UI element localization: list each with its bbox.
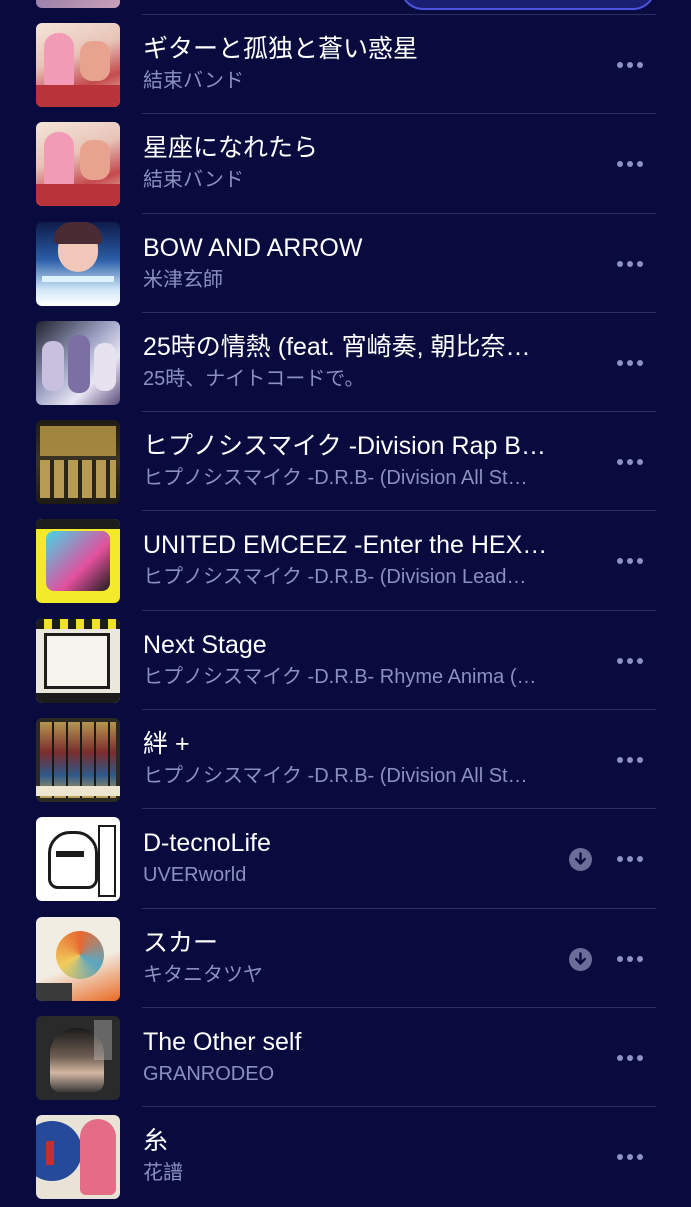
album-artwork [36, 221, 120, 306]
more-options-button[interactable] [610, 252, 650, 276]
previous-row-partial [0, 0, 691, 15]
song-artist: ヒプノシスマイク -D.R.B- Rhyme Anima (… [143, 665, 537, 688]
album-artwork [36, 122, 120, 207]
song-artist: キタニタツヤ [143, 963, 263, 986]
song-artist: 結束バンド [143, 70, 244, 92]
more-options-button[interactable] [610, 351, 650, 375]
song-row[interactable]: Next Stage ヒプノシスマイク -D.R.B- Rhyme Anima … [0, 611, 691, 711]
album-artwork [36, 618, 120, 703]
song-artist: GRANRODEO [143, 1062, 275, 1085]
downloaded-indicator [569, 848, 592, 872]
partial-album-artwork [36, 0, 120, 8]
more-horizontal-icon [617, 359, 643, 366]
song-row[interactable]: 絆 + ヒプノシスマイク -D.R.B- (Division All St… [0, 710, 691, 810]
song-title: ギターと孤独と蒼い惑星 [143, 35, 419, 63]
song-row[interactable]: 星座になれたら 結束バンド [0, 114, 691, 214]
more-horizontal-icon [617, 260, 643, 267]
more-options-button[interactable] [610, 847, 650, 871]
album-artwork [36, 320, 120, 405]
song-artist: 花譜 [143, 1162, 183, 1185]
more-horizontal-icon [617, 657, 643, 664]
song-title: 絆 + [143, 730, 190, 759]
album-artwork [36, 718, 120, 803]
song-title: D-tecnoLife [143, 829, 271, 858]
album-artwork [36, 1015, 120, 1100]
song-artist: 結束バンド [143, 169, 244, 192]
more-horizontal-icon [617, 62, 643, 68]
album-artwork [36, 916, 120, 1001]
more-options-button[interactable] [610, 947, 650, 971]
song-row[interactable]: UNITED EMCEEZ -Enter the HEX… ヒプノシスマイク -… [0, 511, 691, 611]
song-artist: ヒプノシスマイク -D.R.B- (Division All St… [143, 765, 528, 788]
song-row[interactable]: 糸 花譜 [0, 1107, 691, 1206]
song-title: 25時の情熱 (feat. 宵崎奏, 朝比奈… [143, 332, 531, 361]
more-options-button[interactable] [610, 549, 650, 573]
more-horizontal-icon [617, 1054, 643, 1061]
song-title: 糸 [143, 1127, 169, 1156]
more-horizontal-icon [617, 757, 643, 764]
song-title: スカー [143, 928, 219, 957]
album-artwork [36, 519, 120, 604]
more-options-button[interactable] [610, 1046, 650, 1070]
song-row[interactable]: ギターと孤独と蒼い惑星 結束バンド [0, 15, 691, 115]
more-horizontal-icon [617, 558, 643, 565]
more-horizontal-icon [617, 856, 643, 863]
more-options-button[interactable] [610, 748, 650, 772]
more-options-button[interactable] [610, 649, 650, 673]
song-artist: UVERworld [143, 864, 247, 887]
song-row[interactable]: ヒプノシスマイク -Division Rap B… ヒプノシスマイク -D.R.… [0, 412, 691, 512]
song-artist: 25時、ナイトコードで。 [143, 367, 365, 390]
song-artist: ヒプノシスマイク -D.R.B- (Division Lead… [143, 566, 527, 589]
song-row[interactable]: BOW AND ARROW 米津玄師 [0, 214, 691, 313]
more-horizontal-icon [617, 459, 643, 466]
song-title: 星座になれたら [143, 134, 319, 163]
song-title: ヒプノシスマイク -Division Rap B… [143, 432, 546, 461]
more-horizontal-icon [617, 161, 643, 168]
song-list: ギターと孤独と蒼い惑星 結束バンド 星座になれたら 結束バンド BOW AND … [0, 15, 691, 1207]
song-row[interactable]: スカー キタニタツヤ [0, 909, 691, 1008]
song-artist: ヒプノシスマイク -D.R.B- (Division All St… [143, 467, 528, 490]
song-row[interactable]: The Other self GRANRODEO [0, 1008, 691, 1108]
album-artwork [36, 420, 120, 505]
downloaded-arrow-circle-icon [569, 947, 592, 971]
more-options-button[interactable] [610, 450, 650, 474]
more-options-button[interactable] [610, 1145, 650, 1169]
downloaded-indicator [569, 947, 592, 971]
album-artwork [36, 817, 120, 902]
song-title: The Other self [143, 1027, 302, 1056]
song-title: UNITED EMCEEZ -Enter the HEX… [143, 531, 548, 560]
more-horizontal-icon [617, 955, 643, 962]
more-options-button[interactable] [610, 53, 650, 77]
album-artwork [36, 23, 120, 107]
song-row[interactable]: D-tecnoLife UVERworld [0, 809, 691, 909]
more-horizontal-icon [617, 1154, 643, 1161]
song-title: Next Stage [143, 630, 267, 659]
downloaded-arrow-circle-icon [569, 848, 592, 872]
partial-pill-button[interactable] [400, 0, 656, 10]
album-artwork [36, 1115, 120, 1200]
song-row[interactable]: 25時の情熱 (feat. 宵崎奏, 朝比奈… 25時、ナイトコードで。 [0, 313, 691, 413]
more-options-button[interactable] [610, 152, 650, 176]
song-title: BOW AND ARROW [143, 233, 363, 262]
song-artist: 米津玄師 [143, 268, 223, 291]
